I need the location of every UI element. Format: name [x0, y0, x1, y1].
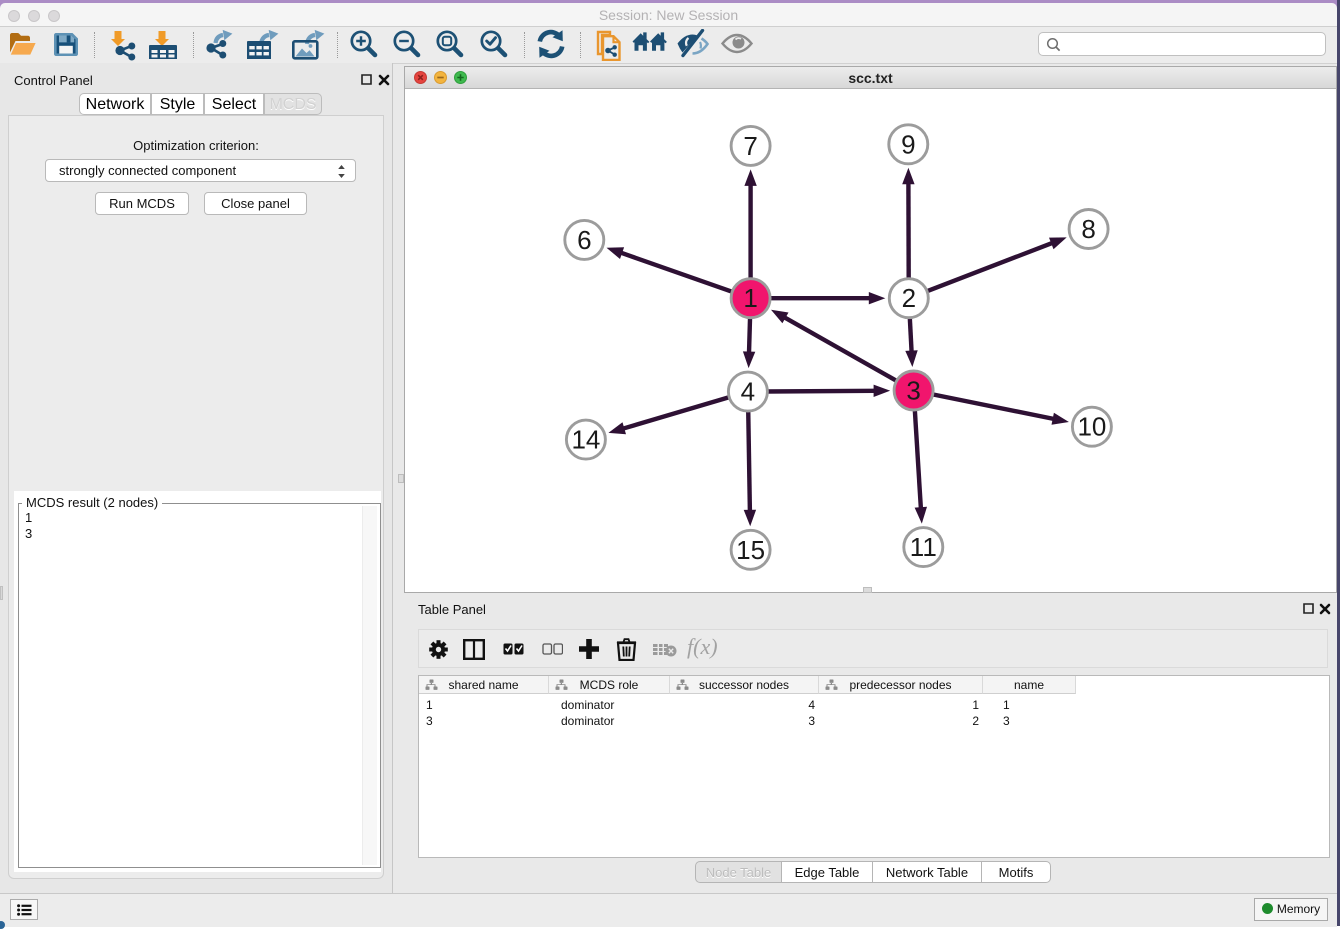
- svg-text:9: 9: [901, 129, 915, 159]
- svg-text:10: 10: [1077, 412, 1106, 442]
- svg-text:11: 11: [910, 532, 937, 562]
- svg-text:4: 4: [741, 377, 755, 407]
- svg-text:1: 1: [743, 283, 757, 313]
- svg-text:14: 14: [571, 425, 600, 455]
- svg-text:8: 8: [1081, 214, 1095, 244]
- svg-text:6: 6: [577, 225, 591, 255]
- svg-text:7: 7: [743, 131, 757, 161]
- svg-text:15: 15: [736, 535, 765, 565]
- svg-text:3: 3: [906, 376, 920, 406]
- svg-text:2: 2: [902, 283, 916, 313]
